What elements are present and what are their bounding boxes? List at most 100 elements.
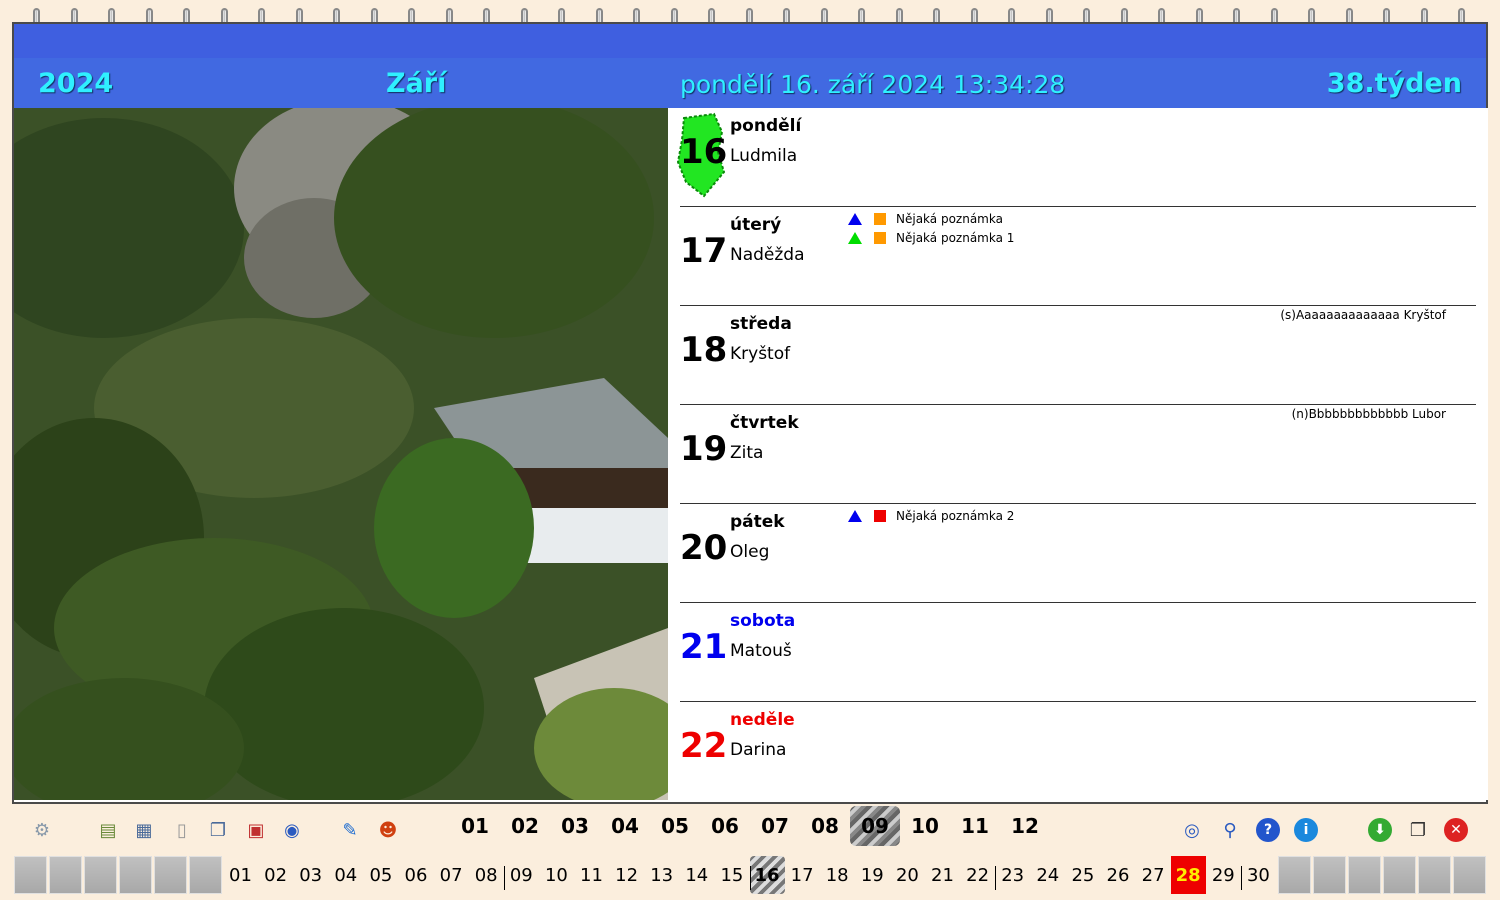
day-09[interactable]: 09 xyxy=(504,856,539,894)
calendar-12-icon[interactable]: ▣ xyxy=(244,818,268,842)
magnifier-icon[interactable]: ⚲ xyxy=(1218,818,1242,842)
anniversary-note: (n)Bbbbbbbbbbbbb Lubor xyxy=(1291,407,1446,421)
day-19[interactable]: 19 xyxy=(855,856,890,894)
day-24[interactable]: 24 xyxy=(1030,856,1065,894)
day-notes: Nějaká poznámka Nějaká poznámka 1 xyxy=(848,209,1014,247)
day-row[interactable]: 16 pondělí Ludmila xyxy=(676,108,1476,207)
day-row[interactable]: 22 neděle Darina xyxy=(680,702,1476,801)
day-21[interactable]: 21 xyxy=(925,856,960,894)
day-name: pondělí xyxy=(730,116,802,136)
day-number: 16 xyxy=(680,132,728,172)
day-name: středa xyxy=(730,314,792,334)
day-11[interactable]: 11 xyxy=(574,856,609,894)
month-08[interactable]: 08 xyxy=(800,806,850,846)
day-number: 18 xyxy=(680,330,728,370)
calendar-frame: 2024 Září pondělí 16. září 2024 13:34:28… xyxy=(12,22,1488,804)
day-name: čtvrtek xyxy=(730,413,799,433)
day-06[interactable]: 06 xyxy=(399,856,434,894)
category-square-icon xyxy=(874,509,886,522)
priority-triangle-icon xyxy=(848,509,862,522)
month-11[interactable]: 11 xyxy=(950,806,1000,846)
day-number: 22 xyxy=(680,726,728,766)
day-13[interactable]: 13 xyxy=(644,856,679,894)
day-name: pátek xyxy=(730,512,785,532)
day-23[interactable]: 23 xyxy=(995,856,1030,894)
month-01[interactable]: 01 xyxy=(450,806,500,846)
day-22[interactable]: 22 xyxy=(960,856,995,894)
blank-page-icon[interactable]: ▯ xyxy=(170,818,194,842)
day-notes: Nějaká poznámka 2 xyxy=(848,506,1014,525)
note-item[interactable]: Nějaká poznámka 1 xyxy=(848,228,1014,247)
day-row[interactable]: 19 čtvrtek Zita (n)Bbbbbbbbbbbbb Lubor xyxy=(680,405,1476,504)
windows-icon[interactable]: ❐ xyxy=(1406,818,1430,842)
month-04[interactable]: 04 xyxy=(600,806,650,846)
copy-pages-icon[interactable]: ❐ xyxy=(206,818,230,842)
week-separator xyxy=(503,866,505,890)
empty-day-cell xyxy=(49,856,82,894)
nameday-name: Kryštof xyxy=(730,344,791,364)
day-12[interactable]: 12 xyxy=(609,856,644,894)
empty-day-cell xyxy=(189,856,222,894)
day-row[interactable]: 18 středa Kryštof (s)Aaaaaaaaaaaaaa Kryštof xyxy=(680,306,1476,405)
empty-day-cell xyxy=(119,856,152,894)
day-28[interactable]: 28 xyxy=(1170,856,1206,894)
empty-day-cell xyxy=(1348,856,1381,894)
settings-gear-icon[interactable]: ⚙ xyxy=(30,818,54,842)
empty-day-cell xyxy=(154,856,187,894)
category-square-icon xyxy=(874,231,886,244)
month-03[interactable]: 03 xyxy=(550,806,600,846)
day-10[interactable]: 10 xyxy=(539,856,574,894)
eyes-icon[interactable]: ◎ xyxy=(1180,818,1204,842)
day-08[interactable]: 08 xyxy=(469,856,504,894)
day-03[interactable]: 03 xyxy=(293,856,328,894)
day-row[interactable]: 21 sobota Matouš xyxy=(680,603,1476,702)
day-07[interactable]: 07 xyxy=(434,856,469,894)
face-smiley-icon[interactable]: ☻ xyxy=(376,818,400,842)
month-12[interactable]: 12 xyxy=(1000,806,1050,846)
empty-day-cell xyxy=(1453,856,1486,894)
edit-pencil-icon[interactable]: ✎ xyxy=(338,818,362,842)
nameday-name: Ludmila xyxy=(730,146,798,166)
info-icon[interactable]: i xyxy=(1294,818,1318,842)
nameday-name: Naděžda xyxy=(730,245,805,265)
day-17[interactable]: 17 xyxy=(785,856,820,894)
month-07[interactable]: 07 xyxy=(750,806,800,846)
day-01[interactable]: 01 xyxy=(223,856,258,894)
day-row[interactable]: 20 pátek Oleg Nějaká poznámka 2 xyxy=(680,504,1476,603)
header-month: Září xyxy=(386,68,447,99)
day-29[interactable]: 29 xyxy=(1206,856,1241,894)
day-row[interactable]: 17 úterý Naděžda Nějaká poznámka Nějaká pozn… xyxy=(680,207,1476,306)
note-item[interactable]: Nějaká poznámka xyxy=(848,209,1014,228)
month-02[interactable]: 02 xyxy=(500,806,550,846)
day-20[interactable]: 20 xyxy=(890,856,925,894)
day-number: 17 xyxy=(680,231,728,271)
help-icon[interactable]: ? xyxy=(1256,818,1280,842)
note-text: Nějaká poznámka 2 xyxy=(896,508,1015,523)
day-02[interactable]: 02 xyxy=(258,856,293,894)
numbers-123-icon[interactable]: ◉ xyxy=(280,818,304,842)
month-06[interactable]: 06 xyxy=(700,806,750,846)
category-square-icon xyxy=(874,212,886,225)
day-15[interactable]: 15 xyxy=(714,856,749,894)
bottom-toolbar: 01 02 03 04 05 06 07 08 09 10 11 12 ⚙ ▤ ▦ ▯ ❐ ▣ ◉ ✎ ☻ ◎ ⚲? i ⬇ ❐… xyxy=(12,806,1488,852)
month-09[interactable]: 09 xyxy=(850,806,900,846)
notepad-icon[interactable]: ▤ xyxy=(96,818,120,842)
month-10[interactable]: 10 xyxy=(900,806,950,846)
download-icon[interactable]: ⬇ xyxy=(1368,818,1392,842)
day-27[interactable]: 27 xyxy=(1136,856,1171,894)
day-number: 21 xyxy=(680,627,728,667)
day-14[interactable]: 14 xyxy=(679,856,714,894)
day-25[interactable]: 25 xyxy=(1065,856,1100,894)
day-18[interactable]: 18 xyxy=(820,856,855,894)
header-year: 2024 xyxy=(38,68,114,99)
note-item[interactable]: Nějaká poznámka 2 xyxy=(848,506,1014,525)
day-26[interactable]: 26 xyxy=(1101,856,1136,894)
month-selector: 01 02 03 04 05 06 07 08 09 10 11 12 xyxy=(450,806,1050,852)
day-16[interactable]: 16 xyxy=(749,856,785,894)
close-icon[interactable]: ✕ xyxy=(1444,818,1468,842)
month-05[interactable]: 05 xyxy=(650,806,700,846)
day-05[interactable]: 05 xyxy=(363,856,398,894)
calendar-search-icon[interactable]: ▦ xyxy=(132,818,156,842)
day-04[interactable]: 04 xyxy=(328,856,363,894)
day-30[interactable]: 30 xyxy=(1241,856,1276,894)
